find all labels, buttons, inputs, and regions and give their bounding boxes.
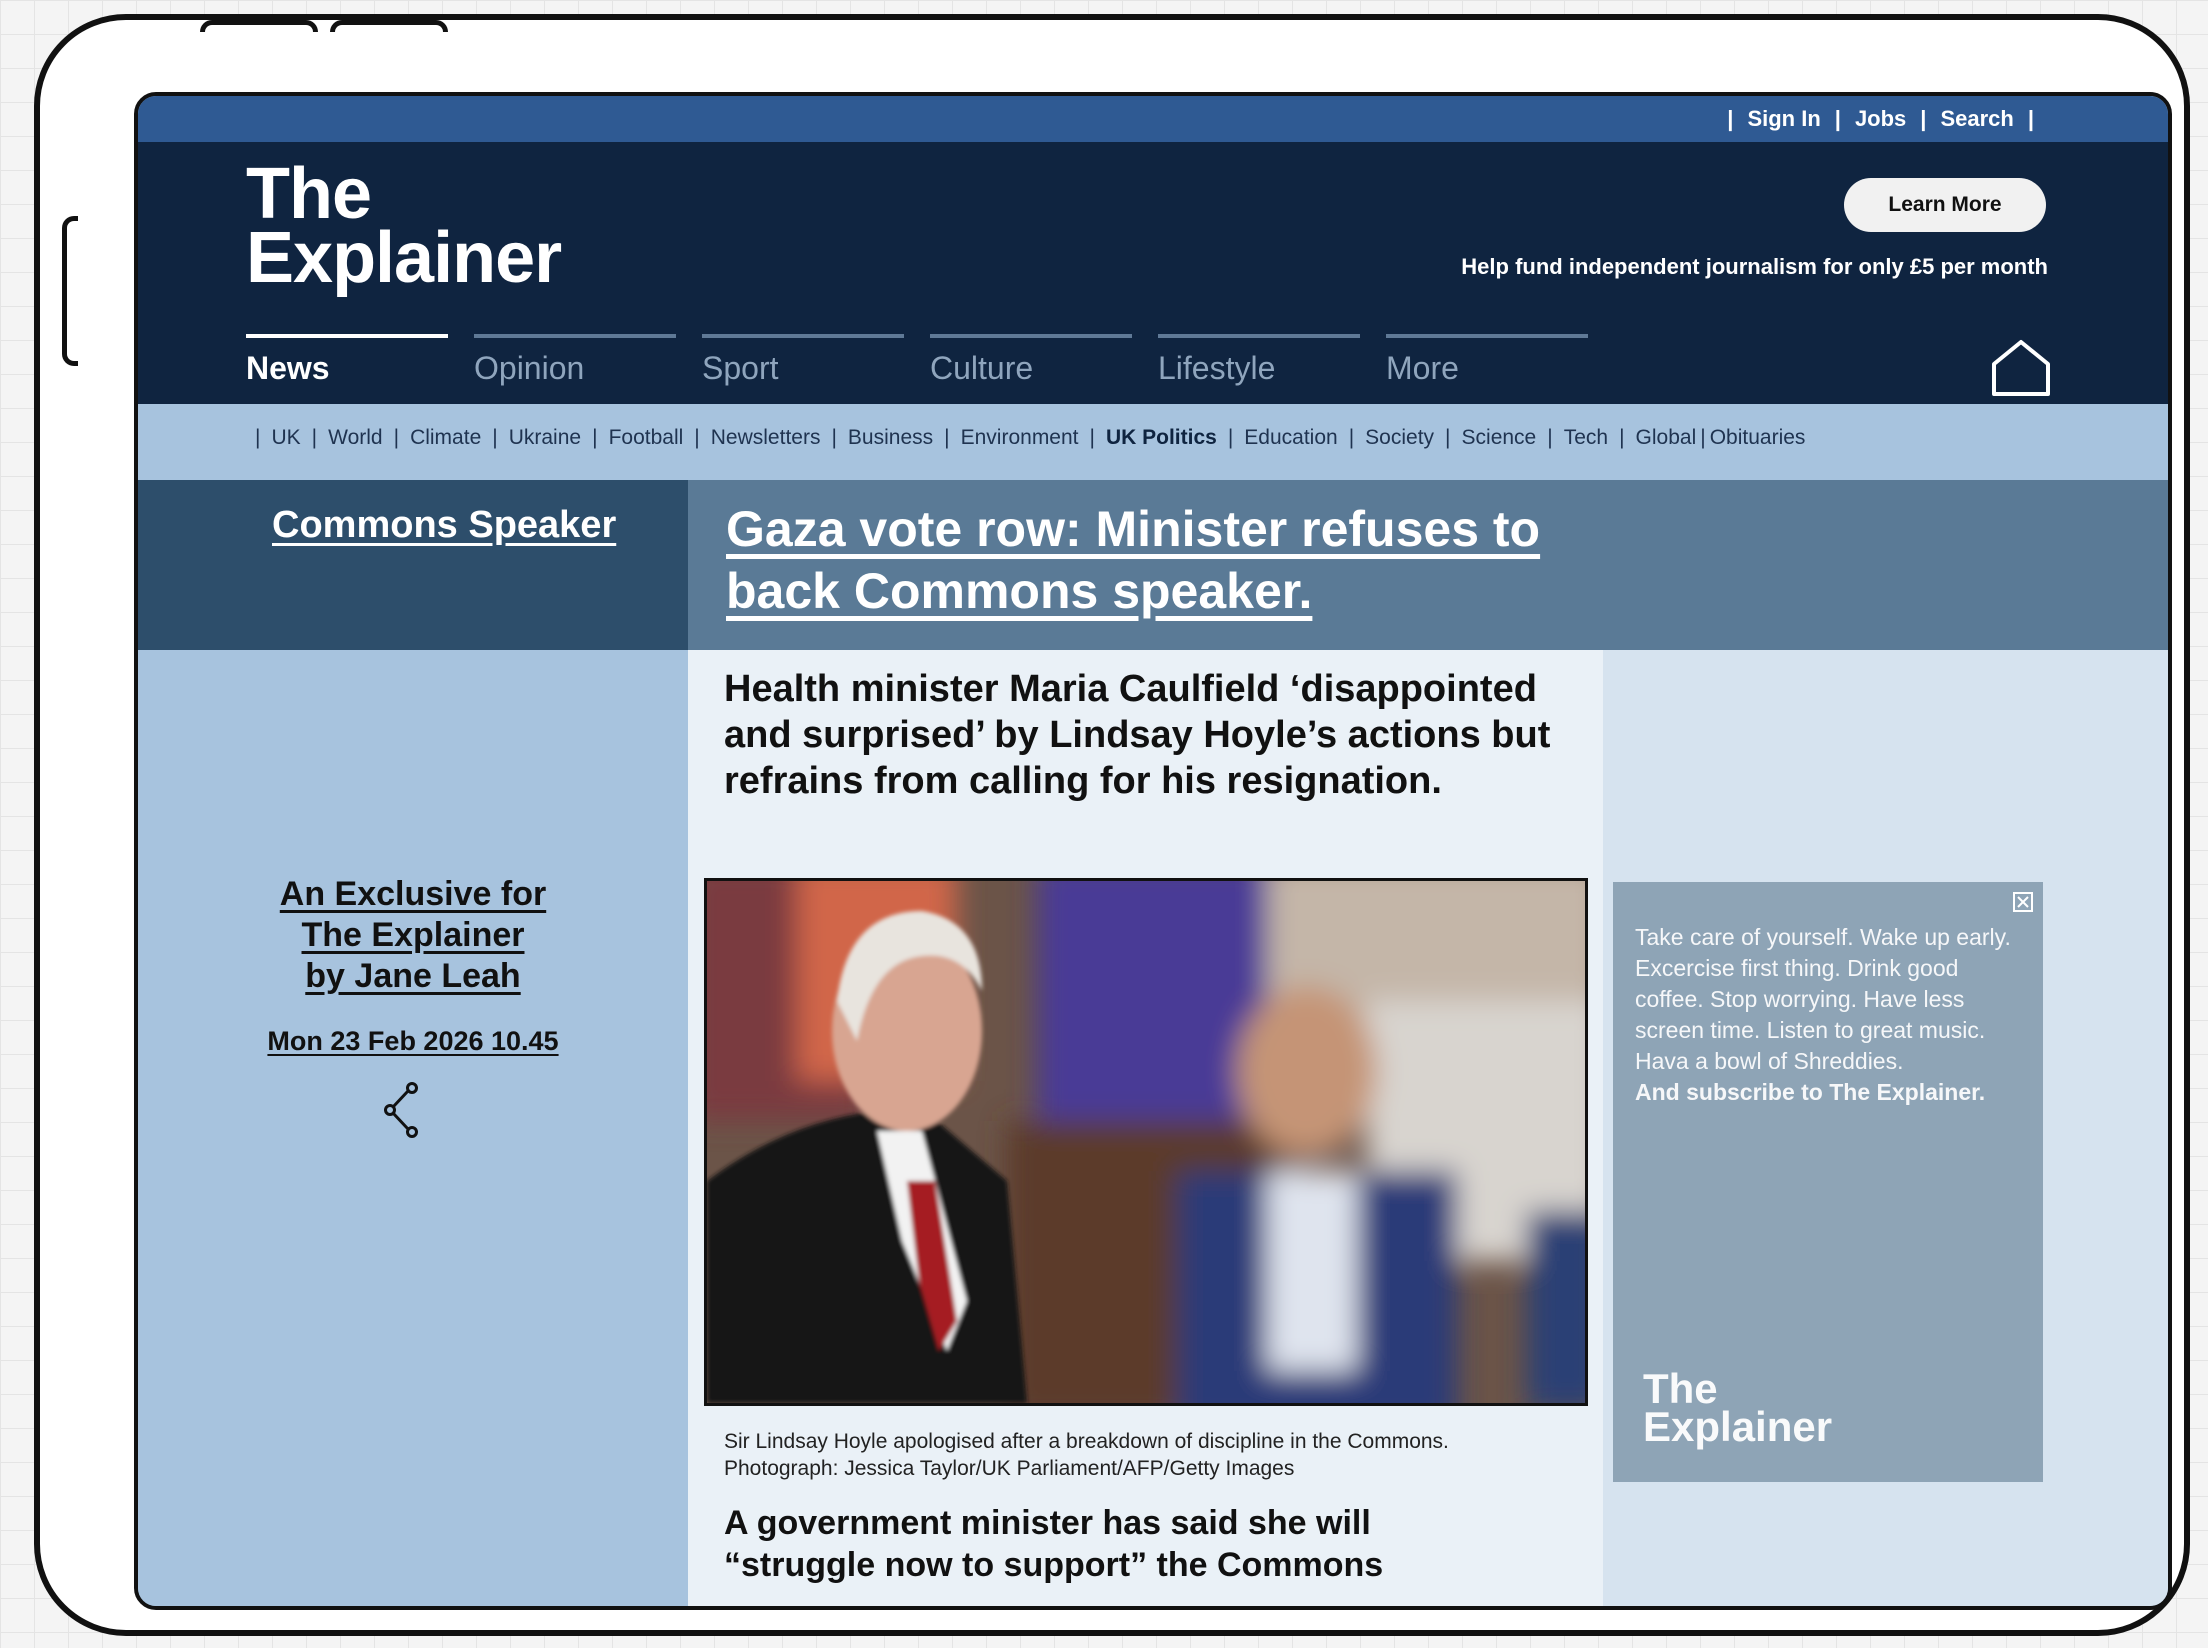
sign-in-link[interactable]: Sign In [1747, 106, 1820, 132]
section-label[interactable]: Commons Speaker [272, 504, 616, 547]
site-logo[interactable]: The Explainer [246, 154, 562, 298]
search-link[interactable]: Search [1940, 106, 2013, 132]
jobs-link[interactable]: Jobs [1855, 106, 1906, 132]
subnav-item-science[interactable]: Science [1462, 426, 1537, 450]
utility-bar: | Sign In | Jobs | Search | [138, 96, 2168, 142]
learn-more-button[interactable]: Learn More [1844, 178, 2046, 232]
tablet-top-button [330, 20, 448, 32]
tablet-frame: | Sign In | Jobs | Search | The Explaine… [34, 14, 2190, 1636]
site-header: The Explainer Learn More Help fund indep… [138, 142, 2168, 404]
logo-line-2: Explainer [246, 218, 562, 298]
tablet-top-button [200, 20, 318, 32]
article-column: Health minister Maria Caulfield ‘disappo… [688, 650, 1603, 1606]
advert-body: Take care of yourself. Wake up early. Ex… [1635, 924, 2011, 1074]
tab-lifestyle[interactable]: Lifestyle [1158, 334, 1360, 387]
section-band: Commons Speaker [138, 480, 688, 650]
close-icon[interactable] [2013, 892, 2033, 912]
share-icon[interactable] [378, 1080, 428, 1140]
advert-text: Take care of yourself. Wake up early. Ex… [1635, 922, 2015, 1108]
logo-line-1: The [246, 154, 372, 234]
home-icon[interactable] [1990, 338, 2052, 398]
subnav-list: | UK | World | Climate | Ukraine | Football |… [255, 426, 1806, 450]
subnav-item-football[interactable]: Football [609, 426, 684, 450]
article-body: A government minister has said she will … [724, 1504, 1384, 1584]
advert-cta[interactable]: And subscribe to The Explainer. [1635, 1077, 2015, 1108]
tab-sport[interactable]: Sport [702, 334, 904, 387]
sidebar-column: Take care of yourself. Wake up early. Ex… [1603, 650, 2168, 1606]
main-tabs: News Opinion Sport Culture Lifestyle Mor… [246, 334, 1588, 387]
article-standfirst: Health minister Maria Caulfield ‘disappo… [724, 668, 1551, 802]
tab-news[interactable]: News [246, 334, 448, 387]
subnav-item-world[interactable]: World [328, 426, 382, 450]
advert-logo: The Explainer [1643, 1368, 1833, 1450]
section-subnav: | UK | World | Climate | Ukraine | Football |… [138, 404, 2168, 480]
byline-column: An Exclusive for The Explainer by Jane L… [138, 650, 688, 1606]
subnav-item-uk[interactable]: UK [271, 426, 300, 450]
advert-panel[interactable]: Take care of yourself. Wake up early. Ex… [1613, 882, 2043, 1482]
subnav-item-education[interactable]: Education [1244, 426, 1337, 450]
advert-logo-line-2: Explainer [1643, 1403, 1833, 1450]
utility-links: | Sign In | Jobs | Search | [1727, 106, 2034, 132]
article-headline[interactable]: Gaza vote row: Minister refuses to back … [726, 498, 1546, 622]
subnav-item-ukraine[interactable]: Ukraine [509, 426, 581, 450]
tablet-side-button [62, 216, 78, 366]
article-photo[interactable] [704, 878, 1588, 1406]
byline-line-2[interactable]: The Explainer [138, 915, 688, 956]
screen: | Sign In | Jobs | Search | The Explaine… [134, 92, 2172, 1610]
headline-band: Gaza vote row: Minister refuses to back … [688, 480, 2168, 650]
subnav-item-environment[interactable]: Environment [961, 426, 1079, 450]
subnav-item-tech[interactable]: Tech [1564, 426, 1608, 450]
byline: An Exclusive for The Explainer by Jane L… [138, 874, 688, 997]
tab-opinion[interactable]: Opinion [474, 334, 676, 387]
photo-illustration [707, 881, 1585, 1403]
photo-caption: Sir Lindsay Hoyle apologised after a bre… [724, 1430, 1449, 1480]
tab-more[interactable]: More [1386, 334, 1588, 387]
subnav-item-business[interactable]: Business [848, 426, 933, 450]
subnav-item-society[interactable]: Society [1365, 426, 1434, 450]
subnav-item-global[interactable]: Global [1636, 426, 1697, 450]
fund-tagline: Help fund independent journalism for onl… [1461, 254, 2048, 279]
tab-culture[interactable]: Culture [930, 334, 1132, 387]
publish-date: Mon 23 Feb 2026 10.45 [267, 1026, 559, 1056]
byline-line-1[interactable]: An Exclusive for [138, 874, 688, 915]
subnav-item-uk-politics[interactable]: UK Politics [1106, 426, 1217, 450]
subnav-item-obituaries[interactable]: Obituaries [1710, 426, 1806, 450]
subnav-item-newsletters[interactable]: Newsletters [711, 426, 821, 450]
subnav-item-climate[interactable]: Climate [410, 426, 481, 450]
byline-line-3[interactable]: by Jane Leah [138, 956, 688, 997]
